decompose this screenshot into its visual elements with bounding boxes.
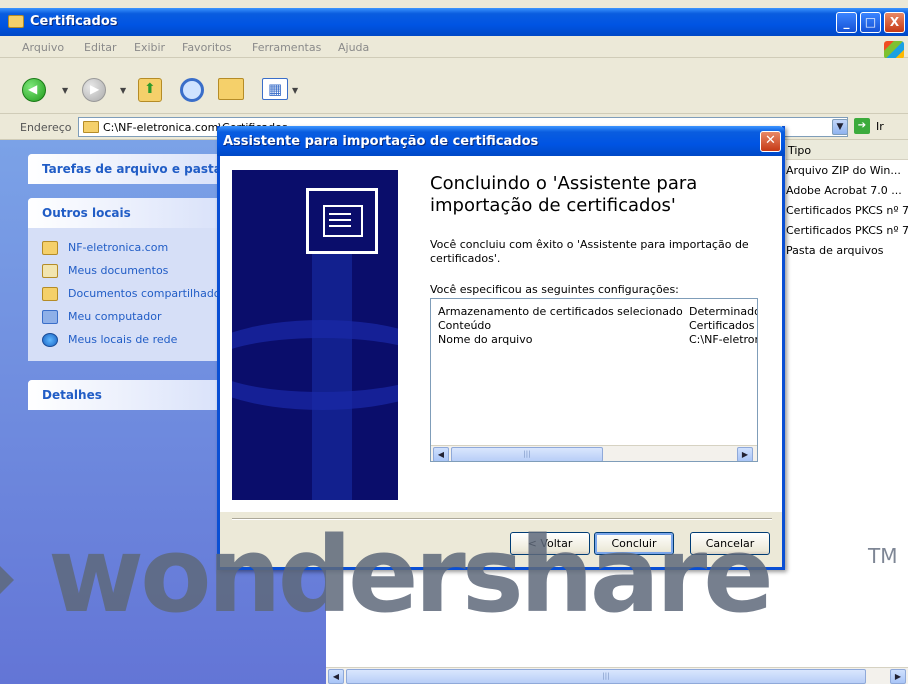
place-label: Meus documentos	[68, 264, 169, 277]
scroll-thumb[interactable]: |||	[451, 447, 603, 461]
settings-horizontal-scrollbar[interactable]: ◀ ||| ▶	[431, 445, 757, 461]
window-title-bar[interactable]: Certificados _ □ X	[0, 8, 908, 36]
wizard-side-image	[232, 170, 398, 500]
go-arrow-icon[interactable]: ➔	[854, 118, 870, 134]
back-button[interactable]: < Voltar	[510, 532, 590, 555]
address-label: Endereço	[20, 121, 72, 134]
back-dropdown-icon[interactable]: ▼	[62, 86, 68, 95]
file-type-cell[interactable]: Arquivo ZIP do Win...	[786, 162, 908, 182]
file-type-cell[interactable]: Adobe Acrobat 7.0 ...	[786, 182, 908, 202]
file-type-cell[interactable]: Certificados PKCS nº 7	[786, 202, 908, 222]
finish-button[interactable]: Concluir	[594, 532, 674, 555]
horizontal-scrollbar[interactable]: ◀ ||| ▶	[326, 667, 908, 684]
setting-name: Nome do arquivo	[438, 333, 533, 346]
wizard-heading: Concluindo o 'Assistente para importação…	[430, 173, 698, 216]
back-icon[interactable]	[22, 78, 46, 102]
views-dropdown-icon[interactable]: ▼	[292, 86, 298, 95]
menu-favoritos[interactable]: Favoritos	[182, 41, 232, 54]
wizard-body: Concluindo o 'Assistente para importação…	[220, 156, 782, 512]
forward-dropdown-icon[interactable]: ▼	[120, 86, 126, 95]
file-list: Arquivo ZIP do Win... Adobe Acrobat 7.0 …	[786, 162, 908, 262]
settings-list[interactable]: Armazenamento de certificados selecionad…	[430, 298, 758, 462]
close-button[interactable]: X	[884, 12, 905, 33]
setting-value: C:\NF-eletronica	[689, 333, 757, 346]
wizard-close-button[interactable]: ✕	[760, 131, 781, 152]
minimize-button[interactable]: _	[836, 12, 857, 33]
setting-value: Determinado	[689, 305, 757, 318]
wizard-title-bar[interactable]: Assistente para importação de certificad…	[217, 126, 785, 156]
setting-name: Armazenamento de certificados selecionad…	[438, 305, 683, 318]
menu-arquivo[interactable]: Arquivo	[22, 41, 64, 54]
windows-logo-icon	[884, 41, 904, 59]
folder-icon	[83, 121, 99, 133]
setting-name: Conteúdo	[438, 319, 492, 332]
toolbar: ▼ ▼ ▼	[0, 58, 908, 114]
file-type-cell[interactable]: Certificados PKCS nº 7	[786, 222, 908, 242]
wizard-separator	[232, 518, 772, 520]
scroll-right-icon[interactable]: ▶	[890, 669, 906, 684]
network-icon	[42, 333, 58, 347]
address-dropdown-icon[interactable]: ▼	[832, 119, 848, 135]
scroll-left-icon[interactable]: ◀	[328, 669, 344, 684]
scroll-thumb[interactable]: |||	[346, 669, 866, 684]
folders-icon[interactable]	[218, 78, 244, 100]
certificate-icon	[306, 188, 378, 254]
window-title: Certificados	[30, 14, 118, 29]
folder-icon	[42, 241, 58, 255]
setting-value: Certificados	[689, 319, 755, 332]
folder-icon	[8, 15, 24, 28]
menu-bar: Arquivo Editar Exibir Favoritos Ferramen…	[0, 36, 908, 59]
column-header-type[interactable]: Tipo	[786, 140, 908, 160]
wizard-completed-text: Você concluiu com êxito o 'Assistente pa…	[430, 238, 749, 265]
file-type-cell[interactable]: Pasta de arquivos	[786, 242, 908, 262]
up-folder-icon[interactable]	[138, 78, 162, 102]
forward-icon[interactable]	[82, 78, 106, 102]
menu-ferramentas[interactable]: Ferramentas	[252, 41, 321, 54]
wizard-title: Assistente para importação de certificad…	[223, 134, 539, 149]
scroll-left-icon[interactable]: ◀	[433, 447, 449, 461]
menu-editar[interactable]: Editar	[84, 41, 117, 54]
scroll-right-icon[interactable]: ▶	[737, 447, 753, 461]
search-icon[interactable]	[180, 78, 204, 102]
computer-icon	[42, 310, 58, 324]
place-label: Meus locais de rede	[68, 333, 178, 346]
menu-exibir[interactable]: Exibir	[134, 41, 165, 54]
maximize-button[interactable]: □	[860, 12, 881, 33]
certificate-import-wizard: Assistente para importação de certificad…	[217, 126, 785, 570]
menu-ajuda[interactable]: Ajuda	[338, 41, 369, 54]
wizard-settings-label: Você especificou as seguintes configuraç…	[430, 283, 679, 296]
place-label: NF-eletronica.com	[68, 241, 169, 254]
place-label: Meu computador	[68, 310, 162, 323]
views-icon[interactable]	[262, 78, 288, 100]
cancel-button[interactable]: Cancelar	[690, 532, 770, 555]
folder-icon	[42, 287, 58, 301]
place-label: Documentos compartilhados	[68, 287, 227, 300]
go-button[interactable]: Ir	[876, 120, 884, 133]
documents-icon	[42, 264, 58, 278]
